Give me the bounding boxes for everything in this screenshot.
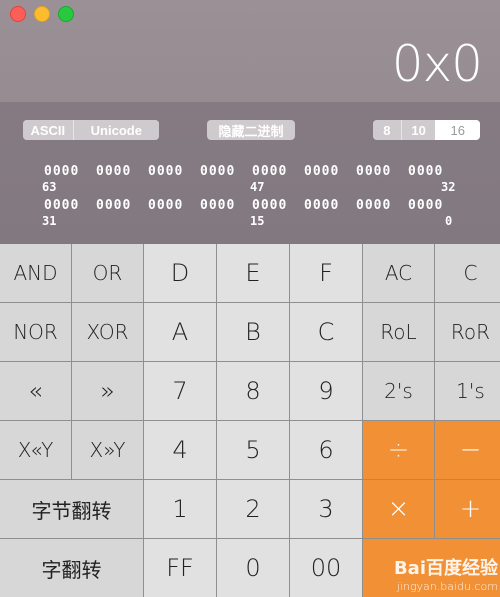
digit-9-button[interactable]: 9 [290,362,362,420]
unicode-option[interactable]: Unicode [72,120,159,140]
digit-1-button[interactable]: 1 [144,480,216,538]
digit-4-button[interactable]: 4 [144,421,216,479]
watermark-main: Bai百度经验 [393,558,498,579]
byte-swap-button[interactable]: 字节翻转 [0,480,143,538]
digit-3-button[interactable]: 3 [290,480,362,538]
nor-button[interactable]: NOR [0,303,71,361]
nibble[interactable]: 0000 [408,164,443,179]
nibble[interactable]: 0000 [148,164,183,179]
equals-button[interactable]: Bai百度经验 jingyan.baidu.com [363,539,500,597]
hex-a-button[interactable]: A [144,303,216,361]
digit-0-button[interactable]: 0 [217,539,289,597]
calculator-window: 0x0 ASCII Unicode 隐藏二进制 8 10 16 0000 000… [0,0,500,597]
subtract-button[interactable]: − [435,421,500,479]
base-10-option[interactable]: 10 [400,120,436,140]
digit-5-button[interactable]: 5 [217,421,289,479]
ones-complement-button[interactable]: 1's [435,362,500,420]
bit-label-47: 47 [250,180,265,194]
rotate-right-button[interactable]: RoR [435,303,500,361]
minimize-button[interactable] [34,6,50,22]
nibble[interactable]: 0000 [304,198,339,213]
or-button[interactable]: OR [72,244,143,302]
clear-button[interactable]: C [435,244,500,302]
digit-8-button[interactable]: 8 [217,362,289,420]
rotate-left-button[interactable]: RoL [363,303,434,361]
result-display: 0x0 [391,35,483,93]
bit-label-63: 63 [42,180,57,194]
x-shift-left-y-button[interactable]: X«Y [0,421,71,479]
hex-f-button[interactable]: F [290,244,362,302]
all-clear-button[interactable]: AC [363,244,434,302]
ff-button[interactable]: FF [144,539,216,597]
shift-right-button[interactable]: » [72,362,143,420]
bit-label-15: 15 [250,214,265,228]
base-selector: 8 10 16 [373,120,480,140]
ascii-option[interactable]: ASCII [23,120,73,140]
digit-6-button[interactable]: 6 [290,421,362,479]
bit-label-0: 0 [445,214,453,228]
base-16-option[interactable]: 16 [435,120,480,140]
nibble[interactable]: 0000 [44,164,79,179]
and-button[interactable]: AND [0,244,71,302]
hide-binary-button[interactable]: 隐藏二进制 [207,120,295,140]
nibble[interactable]: 0000 [148,198,183,213]
hex-e-button[interactable]: E [217,244,289,302]
bit-label-32: 32 [441,180,456,194]
x-shift-right-y-button[interactable]: X»Y [72,421,143,479]
multiply-button[interactable]: × [363,480,434,538]
hex-d-button[interactable]: D [144,244,216,302]
programmer-panel: ASCII Unicode 隐藏二进制 8 10 16 0000 0000 00… [0,102,500,244]
add-button[interactable]: + [435,480,500,538]
nibble[interactable]: 0000 [44,198,79,213]
keypad: AND OR D E F AC C NOR XOR A B C RoL RoR … [0,244,500,597]
nibble[interactable]: 0000 [252,198,287,213]
shift-left-button[interactable]: « [0,362,71,420]
word-swap-button[interactable]: 字翻转 [0,539,143,597]
digit-2-button[interactable]: 2 [217,480,289,538]
encoding-toggle: ASCII Unicode [23,120,159,140]
watermark-sub: jingyan.baidu.com [396,580,498,593]
nibble[interactable]: 0000 [356,198,391,213]
digit-7-button[interactable]: 7 [144,362,216,420]
close-button[interactable] [10,6,26,22]
hide-binary-label: 隐藏二进制 [207,120,295,140]
nibble[interactable]: 0000 [356,164,391,179]
watermark: Bai百度经验 jingyan.baidu.com [394,554,498,593]
xor-button[interactable]: XOR [72,303,143,361]
hex-b-button[interactable]: B [217,303,289,361]
double-zero-button[interactable]: 00 [290,539,362,597]
divide-button[interactable]: ÷ [363,421,434,479]
nibble[interactable]: 0000 [96,164,131,179]
bit-label-31: 31 [42,214,57,228]
zoom-button[interactable] [58,6,74,22]
nibble[interactable]: 0000 [200,198,235,213]
nibble[interactable]: 0000 [252,164,287,179]
nibble[interactable]: 0000 [96,198,131,213]
twos-complement-button[interactable]: 2's [363,362,434,420]
nibble[interactable]: 0000 [200,164,235,179]
nibble[interactable]: 0000 [304,164,339,179]
base-8-option[interactable]: 8 [373,120,401,140]
hex-c-button[interactable]: C [290,303,362,361]
title-bar [0,0,500,28]
nibble[interactable]: 0000 [408,198,443,213]
